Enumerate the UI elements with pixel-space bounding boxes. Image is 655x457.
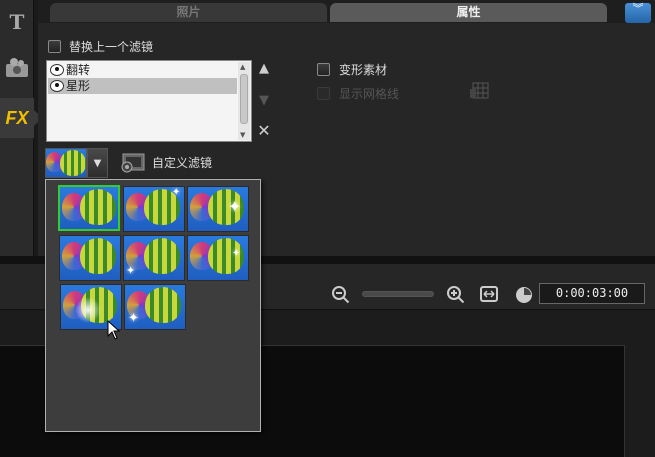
move-filter-down-button[interactable]: ▼ bbox=[256, 93, 272, 109]
sparkle-icon: ✦ bbox=[126, 264, 136, 277]
scroll-up-icon[interactable]: ▲ bbox=[240, 63, 245, 71]
sparkle-icon: ✦ bbox=[172, 187, 181, 198]
graphics-icon[interactable] bbox=[0, 48, 34, 88]
balloon-image bbox=[145, 287, 181, 323]
show-grid-lines-checkbox[interactable] bbox=[317, 87, 330, 100]
preset-thumbnail[interactable]: ✦ bbox=[124, 284, 186, 330]
fx-icon[interactable]: FX bbox=[0, 98, 42, 138]
grid-options-icon[interactable] bbox=[468, 80, 490, 102]
balloon-image bbox=[80, 238, 116, 274]
replace-last-filter-checkbox[interactable] bbox=[48, 40, 61, 53]
eye-icon[interactable] bbox=[50, 80, 64, 92]
preset-gallery-popup: ✦ ✦ ✦ ✦ ✦ bbox=[45, 179, 261, 432]
zoom-slider[interactable] bbox=[362, 291, 434, 297]
sparkle-icon: ✦ bbox=[232, 248, 241, 259]
filter-list-scrollbar[interactable]: ▲ ▼ bbox=[238, 62, 250, 140]
preset-thumbnail[interactable] bbox=[59, 235, 121, 281]
tab-photo[interactable]: 照片 bbox=[50, 3, 327, 22]
balloon-image bbox=[144, 238, 180, 274]
eye-icon[interactable] bbox=[50, 64, 64, 76]
zoom-in-icon[interactable] bbox=[446, 285, 466, 305]
balloon-image bbox=[60, 150, 86, 176]
collapse-panel-button[interactable]: ︾ bbox=[625, 3, 651, 23]
tab-attributes[interactable]: 属性 bbox=[330, 3, 607, 22]
sparkle-icon: ✦ bbox=[128, 311, 139, 326]
preset-dropdown-button[interactable]: ▼ bbox=[87, 148, 108, 178]
filter-name: 星形 bbox=[66, 79, 91, 93]
morph-clip-checkbox[interactable] bbox=[317, 63, 330, 76]
remove-filter-button[interactable]: ✕ bbox=[256, 123, 272, 139]
preset-thumbnail[interactable] bbox=[58, 185, 120, 231]
preset-thumbnail[interactable]: ✦ bbox=[123, 186, 185, 232]
zoom-out-icon[interactable] bbox=[331, 285, 351, 305]
preset-thumbnail[interactable]: ✦ bbox=[187, 186, 249, 232]
filter-item[interactable]: 翻转 bbox=[48, 62, 237, 78]
replace-last-filter-label: 替换上一个滤镜 bbox=[69, 40, 154, 54]
scroll-down-icon[interactable]: ▼ bbox=[240, 131, 245, 139]
scrollbar-thumb[interactable] bbox=[240, 74, 248, 124]
library-tool-strip: T FX bbox=[0, 0, 42, 256]
show-grid-lines-label: 显示网格线 bbox=[339, 87, 400, 101]
title-icon[interactable]: T bbox=[0, 2, 34, 42]
move-filter-up-button[interactable]: ▲ bbox=[256, 61, 272, 77]
custom-filter-label[interactable]: 自定义滤镜 bbox=[152, 154, 212, 171]
preset-thumbnail[interactable]: ✦ bbox=[123, 235, 185, 281]
preset-thumbnail[interactable]: ✦ bbox=[187, 235, 249, 281]
chevron-down-icon: ▼ bbox=[93, 158, 102, 169]
filter-item[interactable]: 星形 bbox=[48, 78, 237, 94]
balloon-image bbox=[80, 189, 116, 225]
custom-filter-icon[interactable] bbox=[120, 150, 146, 174]
timecode-display[interactable]: 0:00:03:00 bbox=[539, 283, 645, 304]
preset-thumbnail[interactable] bbox=[45, 148, 87, 178]
clock-icon[interactable] bbox=[514, 285, 534, 305]
filter-name: 翻转 bbox=[66, 63, 91, 77]
double-chevron-down-icon: ︾ bbox=[632, 2, 644, 15]
applied-filter-list[interactable]: 翻转 星形 ▲ ▼ bbox=[46, 60, 252, 142]
light-flare bbox=[75, 297, 101, 323]
sparkle-icon: ✦ bbox=[228, 197, 242, 216]
tab-bar: 照片 属性 ︾ bbox=[38, 0, 655, 23]
mouse-cursor-icon bbox=[107, 319, 121, 340]
fit-project-icon[interactable] bbox=[479, 285, 499, 303]
morph-clip-label: 变形素材 bbox=[339, 63, 388, 77]
